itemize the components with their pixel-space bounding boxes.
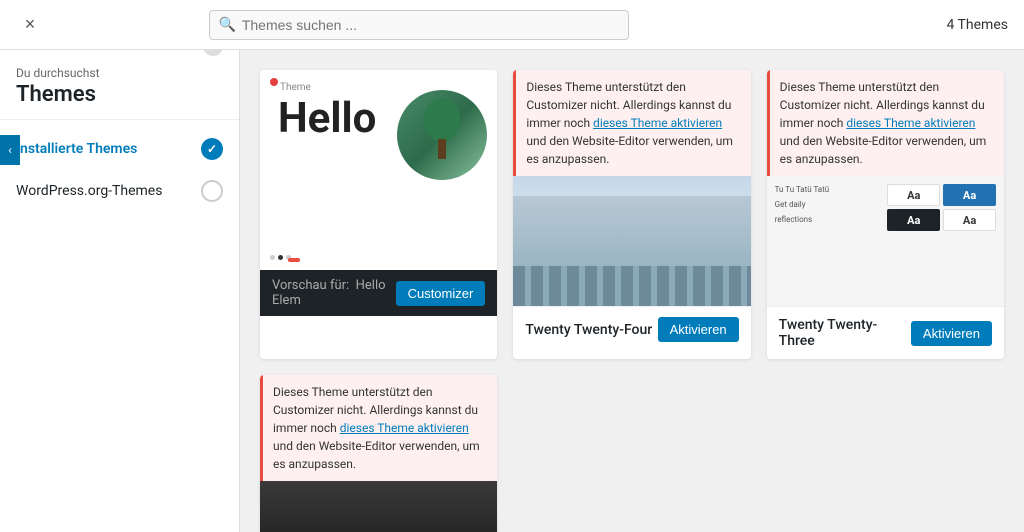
tt3-name: Twenty Twenty-Three [779, 317, 911, 349]
tt4-warning-link[interactable]: dieses Theme aktivieren [593, 116, 722, 130]
wporg-radio-icon [201, 180, 223, 202]
theme-card-tt2: Dieses Theme unterstützt den Customizer … [260, 375, 497, 532]
tt2-warning: Dieses Theme unterstützt den Customizer … [260, 375, 497, 481]
top-bar: × 🔍 4 Themes [0, 0, 1024, 50]
tt3-warning-link[interactable]: dieses Theme aktivieren [846, 116, 975, 130]
content-area: Theme Hello [240, 50, 1024, 532]
tt3-text2: Get daily [775, 199, 884, 210]
tt3-warning: Dieses Theme unterstützt den Customizer … [767, 70, 1004, 176]
tt2-warning-text2: und den Website-Editor verwenden, um es … [273, 439, 480, 471]
tt2-bg [260, 481, 497, 532]
hello-footer: Vorschau für: Hello Elem Customizer [260, 270, 497, 316]
hello-footer-label: Vorschau für: Hello Elem [272, 278, 396, 308]
sidebar: Du durchsuchst Themes ? Installierte The… [0, 50, 240, 532]
installed-themes-label: Installierte Themes [16, 141, 137, 157]
main-layout: ‹ Du durchsuchst Themes ? Installierte T… [0, 50, 1024, 532]
search-icon: 🔍 [219, 17, 236, 33]
tt4-footer: Twenty Twenty-Four Aktivieren [513, 306, 750, 352]
search-wrapper: 🔍 [209, 10, 629, 40]
tt4-name: Twenty Twenty-Four [525, 322, 652, 338]
tt2-warning-link[interactable]: dieses Theme aktivieren [340, 421, 469, 435]
close-button[interactable]: × [16, 11, 44, 39]
sidebar-title: Themes [16, 82, 100, 107]
tt4-preview [513, 176, 750, 306]
tt3-aa-1: Aa [887, 184, 940, 206]
browsing-label: Du durchsuchst [16, 66, 100, 80]
themes-grid: Theme Hello [260, 70, 1004, 532]
tt4-warning-text2: und den Website-Editor verwenden, um es … [526, 134, 733, 166]
back-button[interactable]: ‹ [0, 135, 20, 165]
sidebar-nav: Installierte Themes ✓ WordPress.org-Them… [0, 120, 239, 220]
theme-card-tt4: Dieses Theme unterstützt den Customizer … [513, 70, 750, 359]
tt3-aa-2: Aa [943, 184, 996, 206]
tt4-activate-button[interactable]: Aktivieren [658, 317, 739, 342]
customizer-button[interactable]: Customizer [396, 281, 486, 306]
tt3-aa-3: Aa [887, 209, 940, 231]
hello-dot [270, 78, 278, 86]
tt3-aa-4: Aa [943, 209, 996, 231]
hello-preview: Theme Hello [260, 70, 497, 270]
tt4-building [513, 196, 750, 306]
tt3-preview: Tu Tu Tatü Tatü Get daily reflections Aa… [767, 176, 1004, 306]
search-input[interactable] [209, 10, 629, 40]
help-button[interactable]: ? [203, 50, 223, 56]
themes-count: 4 Themes [946, 17, 1007, 33]
sidebar-item-wporg[interactable]: WordPress.org-Themes [0, 170, 239, 212]
tt3-aa-grid: Aa Aa Aa Aa [887, 184, 996, 231]
tt3-warning-text2: und den Website-Editor verwenden, um es … [780, 134, 987, 166]
tt4-warning: Dieses Theme unterstützt den Customizer … [513, 70, 750, 176]
tree-svg [412, 95, 472, 175]
tt3-activate-button[interactable]: Aktivieren [911, 321, 992, 346]
theme-card-hello-elementor: Theme Hello [260, 70, 497, 359]
sidebar-header: Du durchsuchst Themes ? [0, 50, 239, 120]
hello-preview-label: Vorschau für: [272, 278, 349, 293]
tt3-text3: reflections [775, 214, 884, 225]
tt3-footer: Twenty Twenty-Three Aktivieren [767, 306, 1004, 359]
hello-circle-image [397, 90, 487, 180]
installed-check-icon: ✓ [201, 138, 223, 160]
sidebar-item-installed[interactable]: Installierte Themes ✓ [0, 128, 239, 170]
tt2-preview: about adventures in bird watching. 🦜 [260, 481, 497, 532]
tt3-text1: Tu Tu Tatü Tatü [775, 184, 884, 195]
wporg-themes-label: WordPress.org-Themes [16, 183, 162, 199]
theme-card-tt3: Dieses Theme unterstützt den Customizer … [767, 70, 1004, 359]
